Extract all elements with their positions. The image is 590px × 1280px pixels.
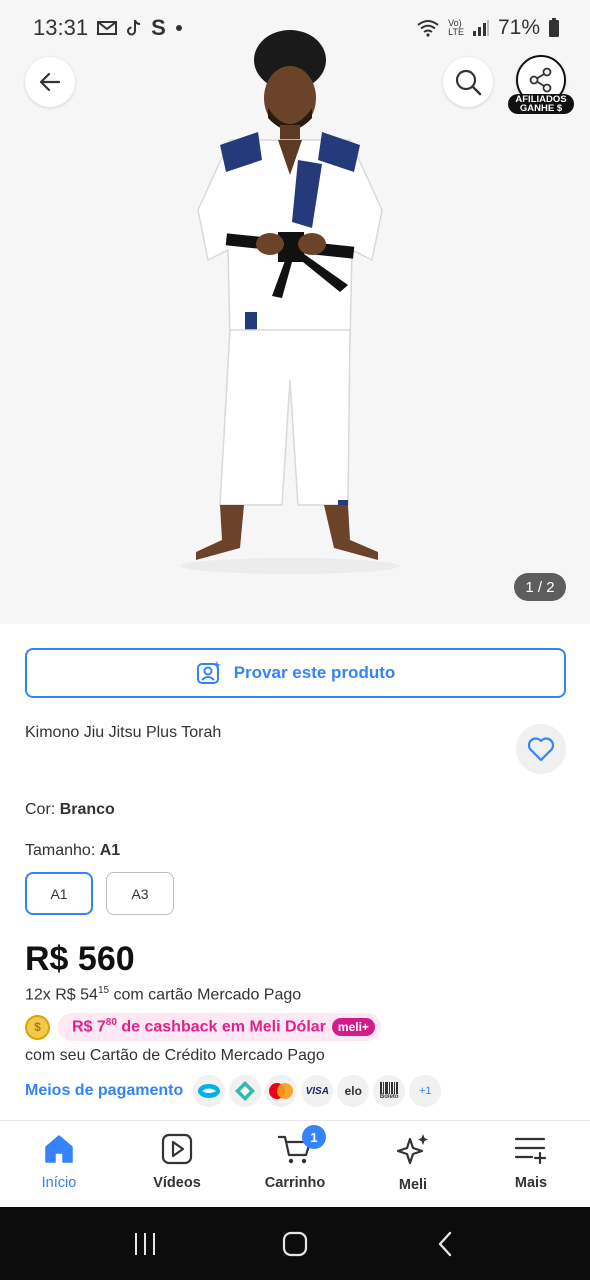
installments-cents: 15	[97, 985, 110, 996]
volte-icon: Vo) LTE	[448, 18, 464, 37]
wifi-icon	[416, 19, 440, 37]
cart-count-badge: 1	[302, 1125, 326, 1149]
payment-methods-link[interactable]: Meios de pagamento	[25, 1082, 183, 1100]
pix-icon	[229, 1075, 262, 1107]
search-button[interactable]	[443, 57, 493, 107]
payment-methods-row[interactable]: Meios de pagamento VISA elo Boleto +1	[25, 1075, 442, 1107]
cashback-pill: R$ 780 de cashback em Meli Dólar meli+	[58, 1013, 381, 1041]
home-icon	[45, 1135, 73, 1163]
status-bar: 13:31 S Vo) LTE 71%	[0, 0, 590, 56]
nav-label-carrinho: Carrinho	[264, 1175, 326, 1191]
affiliate-badge-line2: GANHE $	[519, 103, 563, 114]
sparkle-icon	[396, 1134, 428, 1165]
cashback-suffix: de cashback em Meli Dólar	[116, 1018, 326, 1036]
color-label: Cor:	[25, 801, 56, 818]
arrow-left-icon	[39, 72, 61, 92]
meli-dollar-coin-icon: $	[25, 1014, 50, 1040]
nav-label-inicio: Início	[41, 1175, 77, 1191]
color-value: Branco	[59, 801, 115, 818]
visa-icon: VISA	[301, 1075, 334, 1107]
mastercard-icon	[265, 1075, 298, 1107]
installments-info: 12x R$ 5415 com cartão Mercado Pago	[25, 985, 301, 1004]
video-play-icon	[161, 1133, 193, 1165]
dot-icon	[175, 24, 183, 32]
system-navigation-bar	[0, 1207, 590, 1280]
image-page-indicator: 1 / 2	[514, 573, 566, 601]
color-attribute: Cor: Branco	[25, 801, 115, 819]
share-icon	[529, 67, 552, 93]
size-label: Tamanho:	[25, 842, 96, 859]
nav-item-meli[interactable]: Meli	[354, 1121, 472, 1207]
try-product-button[interactable]: Provar este produto	[25, 648, 566, 698]
status-time: 13:31	[33, 15, 89, 40]
recent-apps-button[interactable]	[115, 1219, 175, 1269]
bottom-navigation: Início Vídeos 1 Carrinho Meli Mais	[0, 1120, 590, 1207]
elo-icon: elo	[337, 1075, 370, 1107]
installments-suffix: com cartão Mercado Pago	[109, 986, 302, 1004]
recent-apps-icon	[135, 1232, 155, 1255]
product-price: R$ 560	[25, 940, 135, 978]
battery-icon	[548, 18, 560, 38]
nav-item-videos[interactable]: Vídeos	[118, 1121, 236, 1207]
tiktok-icon	[126, 19, 142, 37]
meli-plus-badge: meli+	[331, 1018, 375, 1036]
battery-percent: 71%	[497, 16, 540, 39]
favorite-button[interactable]	[516, 724, 566, 774]
nav-item-mais[interactable]: Mais	[472, 1121, 590, 1207]
boleto-icon: Boleto	[373, 1075, 406, 1107]
installments-prefix: 12x R$ 54	[25, 986, 98, 1004]
try-product-label: Provar este produto	[233, 663, 396, 682]
size-option-a3[interactable]: A3	[106, 872, 174, 915]
size-option-a1[interactable]: A1	[25, 872, 93, 915]
gmail-icon	[97, 20, 118, 36]
home-system-button[interactable]	[265, 1219, 325, 1269]
nav-item-inicio[interactable]: Início	[0, 1121, 118, 1207]
size-value: A1	[99, 842, 121, 859]
home-square-icon	[282, 1231, 308, 1256]
back-system-button[interactable]	[415, 1219, 475, 1269]
menu-plus-icon	[514, 1137, 547, 1165]
size-attribute: Tamanho: A1	[25, 842, 120, 860]
heart-icon	[527, 737, 555, 762]
product-photo	[0, 0, 590, 624]
nav-item-carrinho[interactable]: 1 Carrinho	[236, 1121, 354, 1207]
cashback-cents: 80	[105, 1017, 117, 1029]
camera-try-on-icon	[196, 661, 221, 684]
nav-label-meli: Meli	[398, 1177, 428, 1193]
more-payment-methods[interactable]: +1	[409, 1075, 442, 1107]
cashback-subtitle: com seu Cartão de Crédito Mercado Pago	[25, 1047, 325, 1064]
chevron-left-icon	[438, 1231, 452, 1256]
signal-icon	[472, 19, 490, 37]
search-icon	[455, 69, 482, 96]
product-image-gallery[interactable]: AFILIADOS GANHE $ 1 / 2	[0, 0, 590, 624]
product-title: Kimono Jiu Jitsu Plus Torah	[25, 724, 222, 741]
affiliate-badge: AFILIADOS GANHE $	[508, 94, 574, 114]
nav-label-mais: Mais	[514, 1175, 548, 1191]
nav-label-videos: Vídeos	[153, 1175, 201, 1191]
cashback-prefix: R$ 7	[72, 1018, 106, 1036]
back-button[interactable]	[25, 57, 75, 107]
s-app-icon: S	[151, 15, 166, 40]
cashback-row: $ R$ 780 de cashback em Meli Dólar meli+	[25, 1013, 381, 1041]
mercado-pago-icon	[193, 1075, 226, 1107]
boleto-label: Boleto	[379, 1094, 399, 1100]
